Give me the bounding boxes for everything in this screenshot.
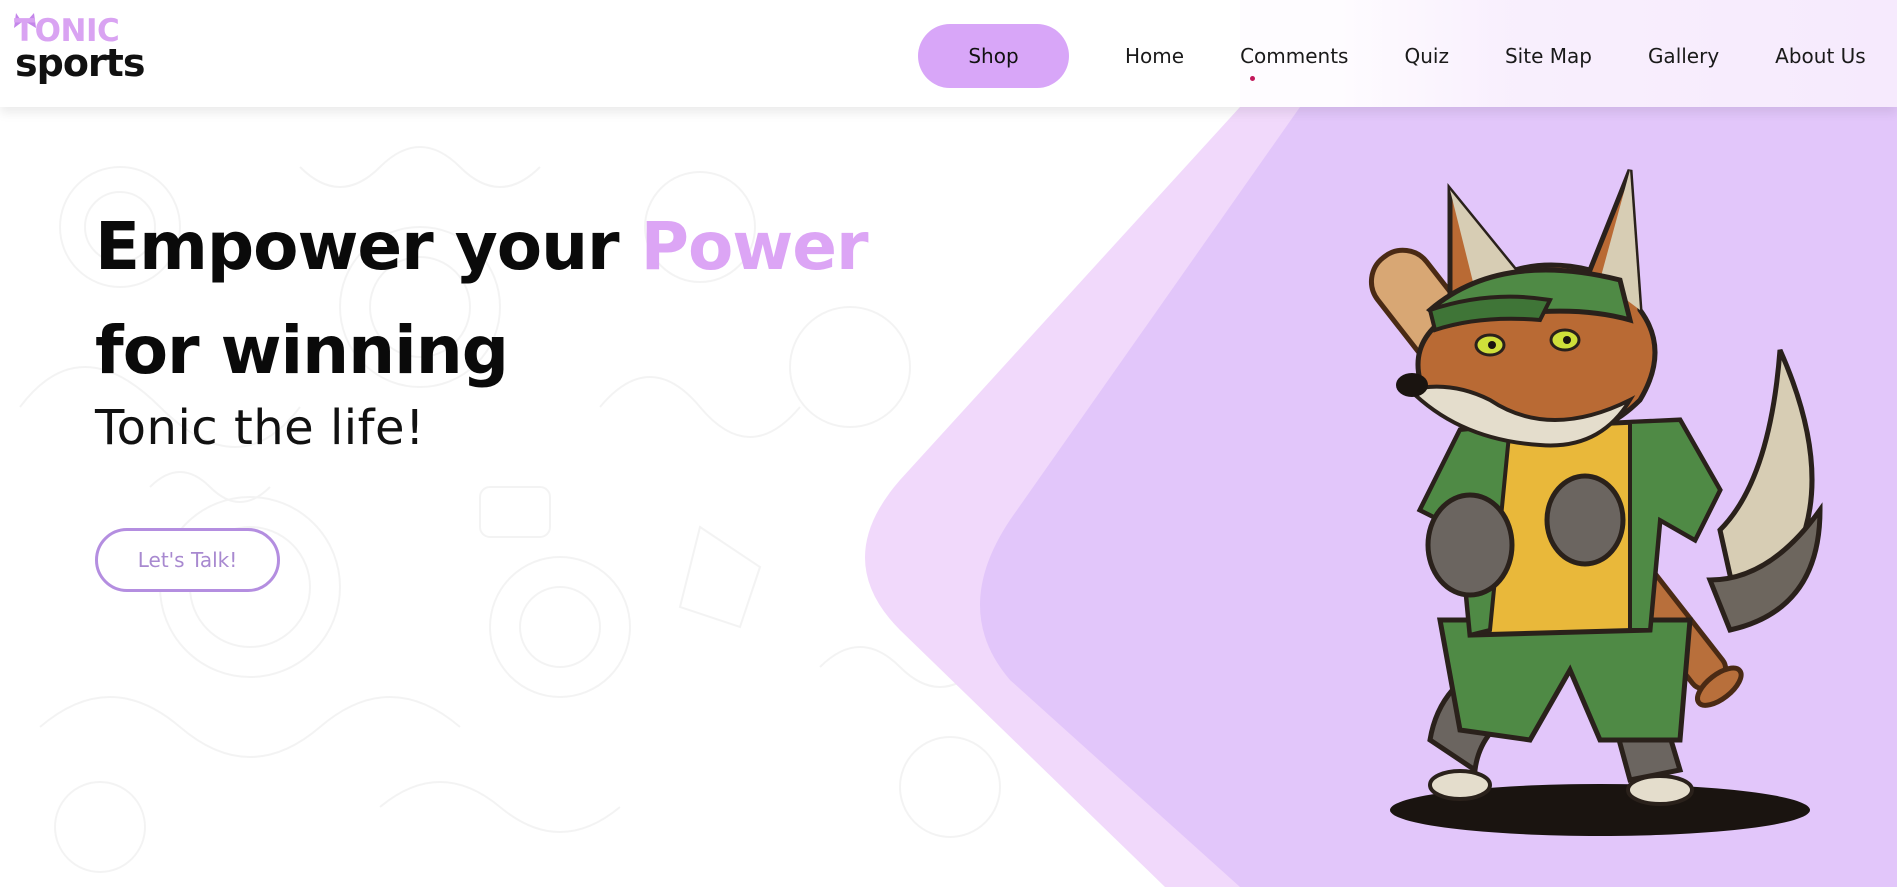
nav-item-comments[interactable]: Comments xyxy=(1240,44,1349,81)
fox-baseball-player-icon xyxy=(1368,169,1823,836)
hero-headline: Empower your Power for winning xyxy=(95,195,895,403)
nav-item-about-us[interactable]: About Us xyxy=(1775,44,1866,68)
nav-item-comments-label: Comments xyxy=(1240,44,1349,68)
nav-item-site-map[interactable]: Site Map xyxy=(1505,44,1592,68)
hero-subhead: Tonic the life! xyxy=(95,400,425,456)
site-logo[interactable]: TONIC sports xyxy=(12,10,145,90)
nav-shop-button[interactable]: Shop xyxy=(918,24,1069,88)
nav-item-home[interactable]: Home xyxy=(1125,44,1184,68)
nav-item-quiz[interactable]: Quiz xyxy=(1404,44,1448,68)
headline-part1: Empower your xyxy=(95,208,641,285)
nav-item-gallery[interactable]: Gallery xyxy=(1648,44,1719,68)
main-nav: Shop Home Comments Quiz Site Map Gallery… xyxy=(918,24,1866,88)
lets-talk-button[interactable]: Let's Talk! xyxy=(95,528,280,592)
active-indicator-dot xyxy=(1250,76,1256,81)
headline-part2: for winning xyxy=(95,312,509,389)
logo-line2: sports xyxy=(15,41,145,85)
headline-accent: Power xyxy=(640,208,869,285)
site-header: TONIC sports Shop Home Comments Quiz Sit… xyxy=(0,0,1897,107)
